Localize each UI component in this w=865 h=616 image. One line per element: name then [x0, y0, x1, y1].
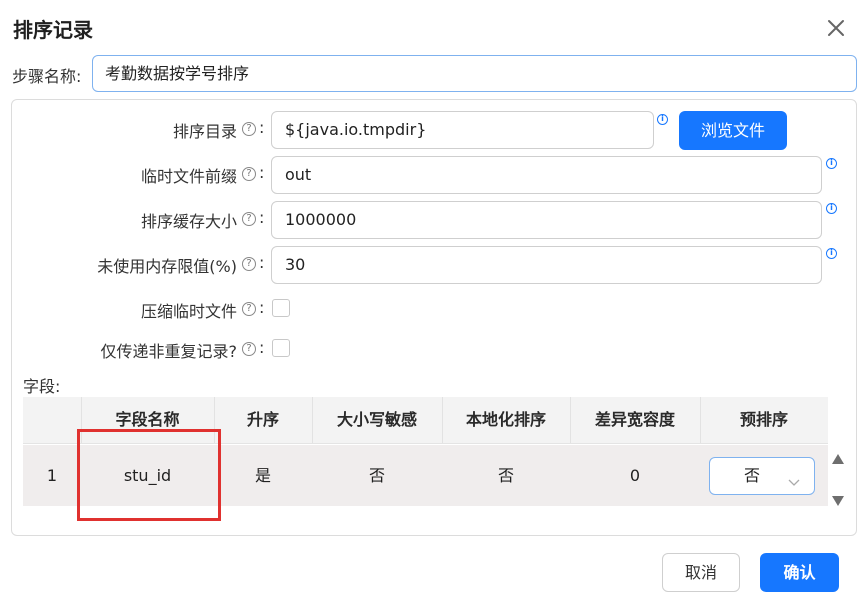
info-icon[interactable]: i	[826, 203, 837, 214]
sort-buffer-input[interactable]: 1000000	[271, 201, 822, 239]
help-icon[interactable]: ?	[242, 257, 256, 271]
sort-dir-label: 排序目录	[172, 122, 237, 141]
column-header-case-sensitive[interactable]: 大小写敏感	[312, 397, 442, 443]
temp-prefix-label: 临时文件前缀	[140, 167, 237, 186]
cell-localized[interactable]: 否	[442, 445, 570, 506]
unique-only-label: 仅传递非重复记录?	[100, 342, 238, 361]
column-header-tolerance[interactable]: 差异宽容度	[570, 397, 700, 443]
temp-prefix-input[interactable]: out	[271, 156, 822, 194]
column-header-ascending[interactable]: 升序	[214, 397, 312, 443]
ok-button[interactable]: 确认	[760, 553, 839, 592]
chevron-down-icon	[788, 472, 800, 491]
fields-label: 字段:	[23, 377, 61, 396]
help-icon[interactable]: ?	[242, 212, 256, 226]
colon: :	[259, 253, 265, 272]
column-header-index	[23, 397, 81, 443]
dialog-title: 排序记录	[13, 18, 93, 42]
info-icon[interactable]: i	[657, 114, 668, 125]
compress-temp-label: 压缩临时文件	[140, 302, 237, 321]
colon: :	[259, 118, 265, 137]
help-icon[interactable]: ?	[242, 122, 256, 136]
sort-buffer-label: 排序缓存大小	[140, 212, 237, 231]
presorted-select[interactable]: 否	[709, 457, 815, 495]
cancel-button[interactable]: 取消	[662, 553, 740, 592]
cell-tolerance[interactable]: 0	[570, 445, 700, 506]
column-header-presorted[interactable]: 预排序	[700, 397, 828, 443]
browse-file-button[interactable]: 浏览文件	[679, 111, 787, 150]
info-icon[interactable]: i	[826, 248, 837, 259]
sort-dir-input[interactable]: ${java.io.tmpdir}	[271, 111, 654, 149]
cell-case-sensitive[interactable]: 否	[312, 445, 442, 506]
step-name-input[interactable]: 考勤数据按学号排序	[92, 55, 857, 92]
close-icon[interactable]	[824, 16, 848, 40]
scroll-up-arrow-icon[interactable]	[831, 450, 845, 464]
free-memory-label: 未使用内存限值(%)	[97, 257, 237, 276]
colon: :	[259, 338, 265, 357]
colon: :	[259, 208, 265, 227]
help-icon[interactable]: ?	[242, 302, 256, 316]
colon: :	[259, 298, 265, 317]
sort-rows-dialog: 排序记录 步骤名称: 考勤数据按学号排序 排序目录 ? : ${java.io.…	[0, 0, 865, 616]
cell-ascending[interactable]: 是	[214, 445, 312, 506]
help-icon[interactable]: ?	[242, 342, 256, 356]
scroll-down-arrow-icon[interactable]	[831, 492, 845, 506]
unique-only-checkbox[interactable]	[272, 339, 290, 357]
row-index: 1	[46, 466, 58, 485]
step-name-label: 步骤名称:	[12, 67, 82, 86]
info-icon[interactable]: i	[826, 158, 837, 169]
presorted-select-value: 否	[744, 466, 761, 485]
colon: :	[259, 163, 265, 182]
highlight-box	[77, 429, 221, 521]
free-memory-input[interactable]: 30	[271, 246, 822, 284]
compress-temp-checkbox[interactable]	[272, 299, 290, 317]
column-header-localized[interactable]: 本地化排序	[442, 397, 570, 443]
help-icon[interactable]: ?	[242, 167, 256, 181]
